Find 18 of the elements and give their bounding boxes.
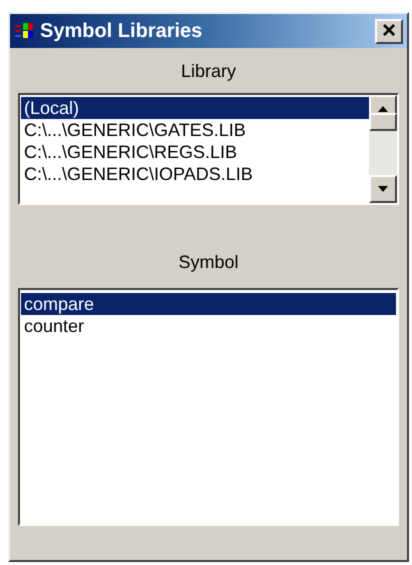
list-item[interactable]: compare — [21, 293, 396, 315]
list-item[interactable]: C:\...\GENERIC\IOPADS.LIB — [21, 163, 369, 185]
close-button[interactable]: × — [375, 18, 403, 44]
library-list[interactable]: (Local) C:\...\GENERIC\GATES.LIB C:\...\GENERIC\REGS.LIB C:\...\GENERIC\IOPADS.LIB — [18, 93, 399, 205]
symbol-list[interactable]: compare counter — [18, 288, 399, 526]
list-item[interactable]: C:\...\GENERIC\GATES.LIB — [21, 119, 369, 141]
list-item[interactable]: counter — [21, 315, 396, 337]
scroll-thumb[interactable] — [369, 113, 397, 131]
window-title: Symbol Libraries — [40, 19, 204, 44]
up-arrow-icon — [378, 106, 388, 112]
symbol-label: Symbol — [178, 251, 239, 274]
library-label: Library — [180, 60, 236, 83]
down-arrow-icon — [378, 186, 388, 192]
app-icon — [14, 21, 34, 41]
scrollbar[interactable] — [369, 95, 397, 203]
scroll-down-button[interactable] — [369, 175, 397, 203]
list-item[interactable]: (Local) — [21, 97, 369, 119]
list-item[interactable]: C:\...\GENERIC\REGS.LIB — [21, 141, 369, 163]
